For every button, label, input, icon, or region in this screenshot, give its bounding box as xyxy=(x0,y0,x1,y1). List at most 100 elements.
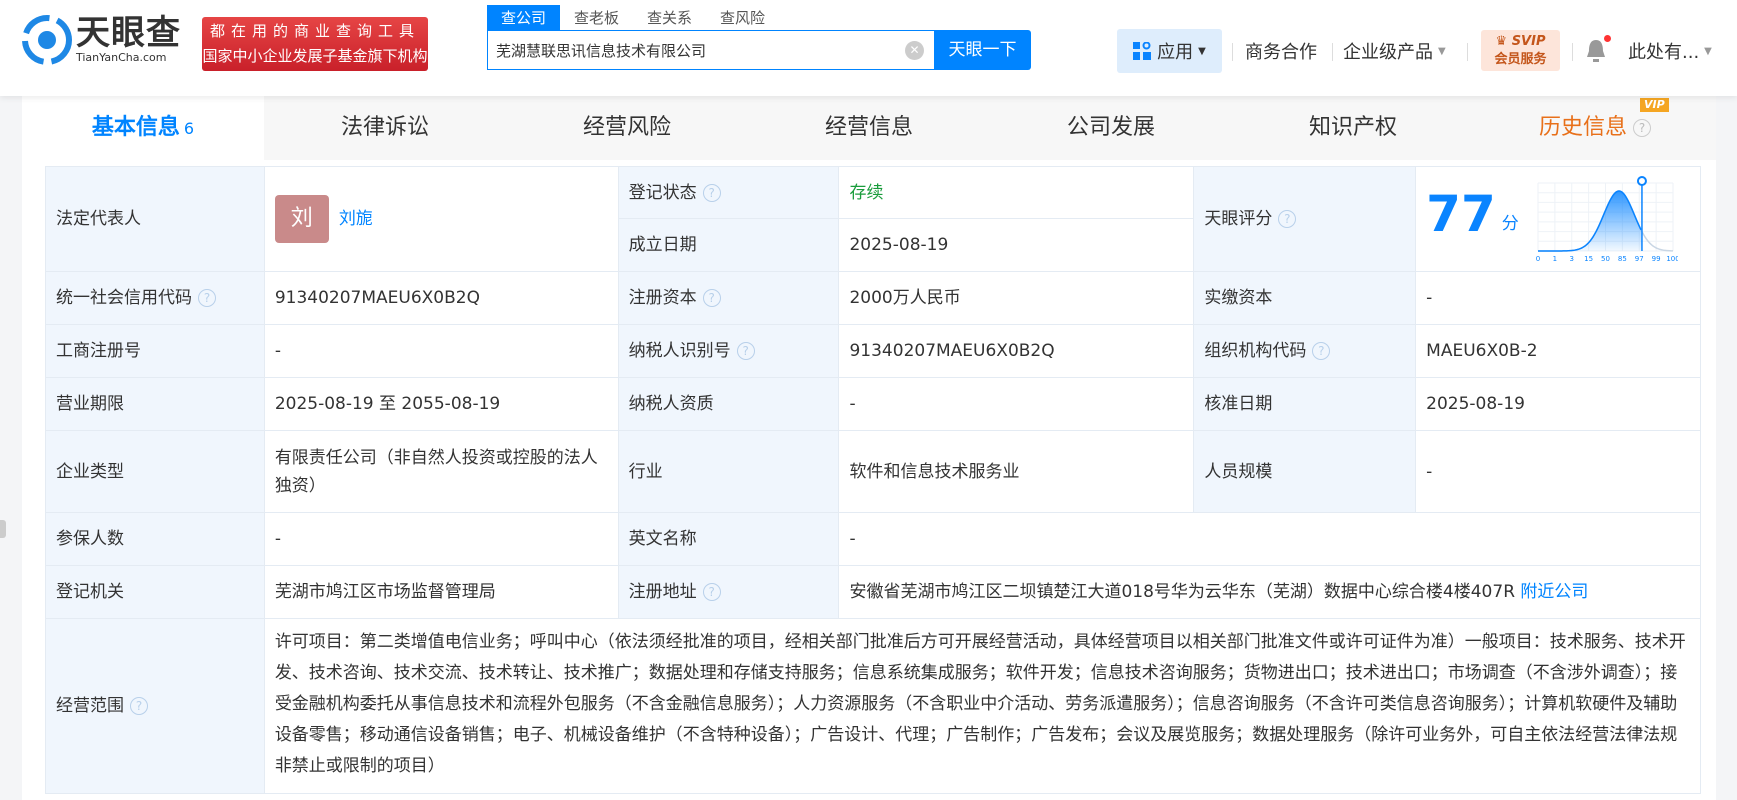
score-cell[interactable]: 77 分 0 1 3 15 50 85 97 99 100 xyxy=(1415,166,1701,272)
type-label: 企业类型 xyxy=(45,430,265,513)
tab-operating-info[interactable]: 经营信息 xyxy=(748,96,990,160)
caret-down-icon: ▼ xyxy=(1704,45,1712,57)
reg-status-label: 登记状态? xyxy=(617,166,840,219)
caret-down-icon: ▼ xyxy=(1198,45,1206,57)
tick-label: 3 xyxy=(1570,255,1574,263)
search-tab-boss[interactable]: 查老板 xyxy=(560,5,633,30)
search-tab-risk[interactable]: 查风险 xyxy=(706,5,779,30)
credit-code-value: 91340207MAEU6X0B2Q xyxy=(263,271,619,325)
avatar: 刘 xyxy=(274,195,329,243)
user-menu[interactable]: 此处有... ▼ xyxy=(1628,29,1712,73)
tick-label: 100 xyxy=(1666,255,1678,263)
tab-operating-risk[interactable]: 经营风险 xyxy=(506,96,748,160)
search-value: 芜湖慧联思讯信息技术有限公司 xyxy=(496,41,707,60)
enterprise-label: 企业级产品 xyxy=(1343,42,1433,63)
search-button[interactable]: 天眼一下 xyxy=(934,30,1031,70)
svip-button[interactable]: ♛ SVIP 会员服务 xyxy=(1481,30,1560,71)
top-header: 天眼查 TianYanCha.com 都在用的商业查询工具 国家中小企业发展子基… xyxy=(0,0,1737,96)
legal-rep-link[interactable]: 刘旎 xyxy=(339,209,373,229)
paid-capital-value: - xyxy=(1415,271,1701,325)
search-tab-company[interactable]: 查公司 xyxy=(487,5,561,30)
score-marker-icon xyxy=(1637,176,1648,186)
found-date-value: 2025-08-19 xyxy=(838,218,1195,272)
score-label: 天眼评分? xyxy=(1193,166,1417,272)
taxpayer-id-label: 纳税人识别号? xyxy=(617,324,840,378)
found-date-label: 成立日期 xyxy=(617,218,840,272)
bell-icon[interactable] xyxy=(1585,38,1607,64)
clear-icon[interactable]: ✕ xyxy=(905,41,924,60)
tick-label: 85 xyxy=(1618,255,1627,263)
apps-grid-icon xyxy=(1133,42,1152,60)
reg-capital-value: 2000万人民币 xyxy=(838,271,1195,325)
help-icon[interactable]: ? xyxy=(702,289,721,307)
help-icon[interactable]: ? xyxy=(130,697,148,715)
score-distribution-chart: 0 1 3 15 50 85 97 99 100 xyxy=(1536,176,1678,263)
vip-badge: VIP xyxy=(1640,98,1669,112)
staff-label: 人员规模 xyxy=(1193,430,1417,513)
type-value: 有限责任公司（非自然人投资或控股的法人独资） xyxy=(263,430,619,513)
legal-rep-cell: 刘刘旎 xyxy=(263,166,619,272)
insured-value: - xyxy=(263,512,619,566)
authority-value: 芜湖市鸠江区市场监督管理局 xyxy=(263,565,619,619)
help-icon[interactable]: ? xyxy=(198,289,216,307)
address-value: 安徽省芜湖市鸠江区二坝镇楚江大道018号华为云华东（芜湖）数据中心综合楼4楼40… xyxy=(849,582,1516,602)
side-handle[interactable] xyxy=(0,520,6,538)
apps-menu[interactable]: 应用 ▼ xyxy=(1117,29,1222,73)
business-cooperation-link[interactable]: 商务合作 xyxy=(1245,29,1317,73)
help-icon[interactable]: ? xyxy=(702,583,721,601)
logo-text: 天眼查 xyxy=(76,13,181,53)
tick-label: 97 xyxy=(1635,255,1644,263)
search-tabs: 查公司 查老板 查关系 查风险 xyxy=(487,5,779,30)
caret-down-icon: ▼ xyxy=(1438,45,1446,57)
authority-label: 登记机关 xyxy=(45,565,265,619)
member-service-label: 会员服务 xyxy=(1494,52,1547,67)
reg-capital-label: 注册资本? xyxy=(617,271,840,325)
help-icon[interactable]: ? xyxy=(1278,210,1297,228)
tab-label: 基本信息 xyxy=(91,115,180,140)
score-unit: 分 xyxy=(1501,214,1519,234)
taxpayer-id-value: 91340207MAEU6X0B2Q xyxy=(838,324,1195,378)
basic-info-panel: 法定代表人 刘刘旎 登记状态? 存续 天眼评分? 77 分 0 1 3 15 50 85 97… xyxy=(22,160,1716,800)
score-value: 77 xyxy=(1426,185,1496,243)
tab-development[interactable]: 公司发展 xyxy=(990,96,1232,160)
help-icon[interactable]: ? xyxy=(736,342,755,360)
scope-label: 经营范围? xyxy=(45,618,265,794)
tab-history[interactable]: 历史信息? VIP xyxy=(1474,96,1716,160)
search-input[interactable]: 芜湖慧联思讯信息技术有限公司 ✕ xyxy=(487,30,935,70)
taxpayer-qual-label: 纳税人资质 xyxy=(617,377,840,431)
org-code-value: MAEU6X0B-2 xyxy=(1415,324,1701,378)
legal-rep-label: 法定代表人 xyxy=(45,166,265,272)
en-name-value: - xyxy=(838,512,1701,566)
tick-label: 1 xyxy=(1553,255,1557,263)
scope-value: 许可项目：第二类增值电信业务；呼叫中心（依法须经批准的项目，经相关部门批准后方可… xyxy=(263,618,1702,794)
help-icon[interactable]: ? xyxy=(702,183,721,202)
taxpayer-qual-value: - xyxy=(838,377,1195,431)
enterprise-products-menu[interactable]: 企业级产品 ▼ xyxy=(1343,29,1446,73)
user-name: 此处有... xyxy=(1628,42,1700,63)
search-tab-relation[interactable]: 查关系 xyxy=(633,5,706,30)
crown-icon: ♛ xyxy=(1495,34,1508,49)
nearby-companies-link[interactable]: 附近公司 xyxy=(1520,582,1588,602)
basic-info-table: 法定代表人 刘刘旎 登记状态? 存续 天眼评分? 77 分 0 1 3 15 50 85 97… xyxy=(45,166,1702,794)
slogan-badge[interactable]: 都在用的商业查询工具 国家中小企业发展子基金旗下机构 xyxy=(202,17,428,71)
term-value: 2025-08-19 至 2055-08-19 xyxy=(263,377,619,431)
apps-label: 应用 xyxy=(1157,42,1194,63)
help-icon[interactable]: ? xyxy=(1312,342,1331,360)
paid-capital-label: 实缴资本 xyxy=(1193,271,1417,325)
insured-label: 参保人数 xyxy=(45,512,265,566)
tick-label: 50 xyxy=(1601,255,1610,263)
logo[interactable]: 天眼查 TianYanCha.com xyxy=(22,14,181,66)
credit-code-label: 统一社会信用代码? xyxy=(45,271,265,325)
divider xyxy=(1332,43,1333,61)
tab-basic-info[interactable]: 基本信息 6 xyxy=(22,96,264,160)
biz-reg-no-label: 工商注册号 xyxy=(45,324,265,378)
reg-status-value: 存续 xyxy=(838,166,1195,219)
tab-legal[interactable]: 法律诉讼 xyxy=(264,96,506,160)
staff-value: - xyxy=(1415,430,1701,513)
slogan-line1: 都在用的商业查询工具 xyxy=(209,22,420,40)
tab-ip[interactable]: 知识产权 xyxy=(1232,96,1474,160)
divider xyxy=(1467,43,1468,61)
biz-reg-no-value: - xyxy=(263,324,619,378)
help-icon[interactable]: ? xyxy=(1633,119,1651,137)
address-label: 注册地址? xyxy=(617,565,840,619)
